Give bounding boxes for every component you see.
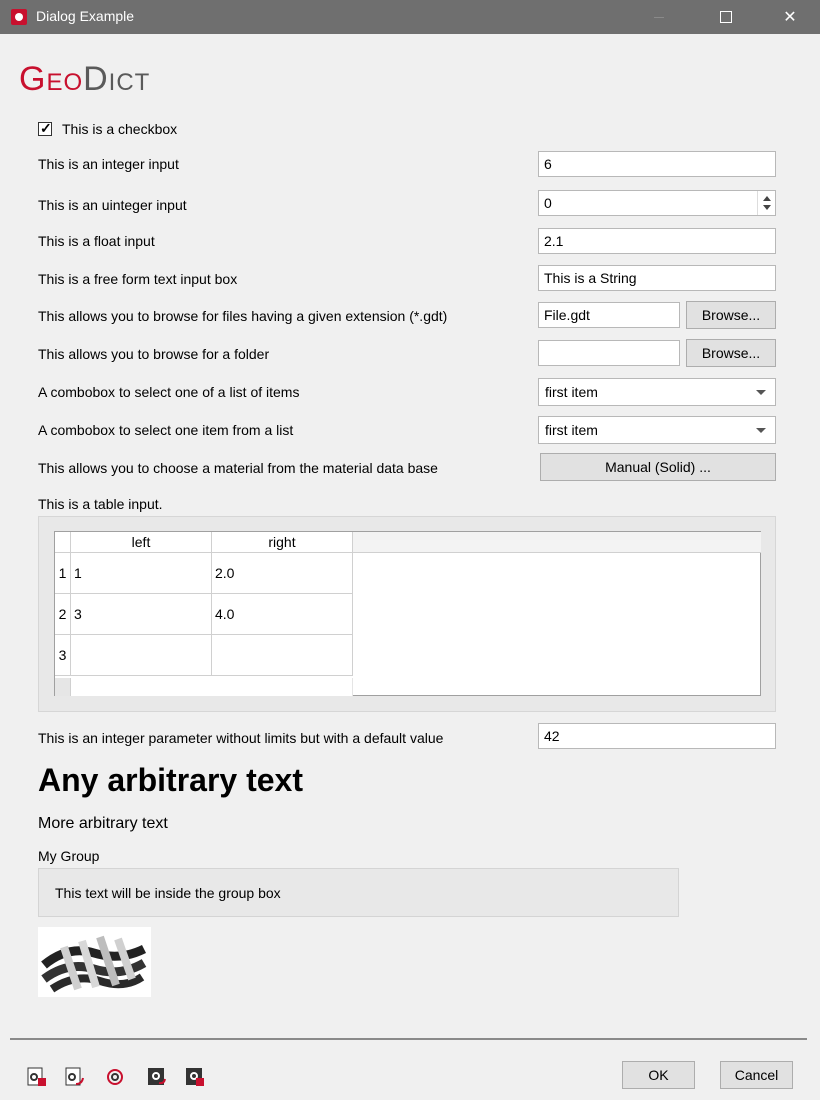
integer-label: This is an integer input (38, 156, 179, 172)
window-title: Dialog Example (36, 8, 135, 24)
row-header[interactable]: 3 (55, 635, 71, 676)
ok-button[interactable]: OK (622, 1061, 695, 1089)
row-header[interactable]: 1 (55, 553, 71, 594)
table-footer-corner (55, 678, 71, 696)
float-label: This is a float input (38, 233, 155, 249)
big-text: Any arbitrary text (38, 762, 303, 798)
checkbox-label: This is a checkbox (62, 121, 178, 137)
uinteger-label: This is an uinteger input (38, 197, 187, 213)
browse-folder-button[interactable]: Browse... (686, 339, 776, 367)
browse-file-button[interactable]: Browse... (686, 301, 776, 329)
float-input[interactable]: 2.1 (538, 228, 776, 254)
reset-settings-icon[interactable] (104, 1066, 126, 1088)
table-cell[interactable]: 2.0 (212, 553, 353, 594)
geodict-logo: GeoDict (19, 60, 150, 99)
combo1-label: A combobox to select one of a list of it… (38, 384, 300, 400)
material-button[interactable]: Manual (Solid) ... (540, 453, 776, 481)
table-header-fill (353, 532, 761, 553)
default-param-label: This is an integer parameter without lim… (38, 730, 444, 746)
spin-arrows-icon[interactable] (757, 191, 775, 215)
reload-settings-icon[interactable] (64, 1066, 86, 1088)
table-cell[interactable] (212, 635, 353, 676)
row-header[interactable]: 2 (55, 594, 71, 635)
folder-input[interactable] (538, 340, 680, 366)
uinteger-spinbox[interactable]: 0 (538, 190, 776, 216)
chevron-down-icon (756, 428, 766, 433)
load-settings-icon[interactable] (26, 1066, 48, 1088)
text-label: This is a free form text input box (38, 271, 238, 287)
logo-part-dict: Dict (83, 60, 151, 98)
column-header-left[interactable]: left (71, 532, 212, 553)
text-input[interactable]: This is a String (538, 265, 776, 291)
combo1-select[interactable]: first item (538, 378, 776, 406)
save-settings-icon[interactable] (146, 1066, 168, 1088)
title-bar: Dialog Example ✕ (0, 0, 820, 34)
table-corner[interactable] (55, 532, 71, 553)
save-as-settings-icon[interactable] (184, 1066, 206, 1088)
material-label: This allows you to choose a material fro… (38, 460, 438, 476)
table-cell[interactable]: 3 (71, 594, 212, 635)
table-cell[interactable]: 4.0 (212, 594, 353, 635)
footer-divider (10, 1038, 807, 1040)
table-cell[interactable] (71, 635, 212, 676)
cancel-button[interactable]: Cancel (720, 1061, 793, 1089)
folder-label: This allows you to browse for a folder (38, 346, 270, 362)
logo-part-geo: Geo (19, 60, 84, 98)
table[interactable]: left right 1 1 2.0 2 3 4.0 3 (54, 531, 761, 696)
app-icon (11, 9, 27, 25)
close-button[interactable]: ✕ (767, 0, 813, 34)
group-box: This text will be inside the group box (38, 868, 679, 917)
table-label: This is a table input. (38, 496, 163, 512)
combo1-value: first item (545, 384, 598, 400)
checkbox-row[interactable]: This is a checkbox (38, 119, 177, 139)
table-panel: left right 1 1 2.0 2 3 4.0 3 (38, 516, 776, 712)
combo2-label: A combobox to select one item from a lis… (38, 422, 294, 438)
minimize-button[interactable] (636, 0, 682, 34)
integer-input[interactable]: 6 (538, 151, 776, 177)
combo2-value: first item (545, 422, 598, 438)
maximize-button[interactable] (703, 0, 749, 34)
default-param-input[interactable]: 42 (538, 723, 776, 749)
combo2-select[interactable]: first item (538, 416, 776, 444)
woven-fiber-image (38, 927, 151, 997)
table-footer (71, 678, 353, 696)
file-label: This allows you to browse for files havi… (38, 308, 448, 324)
uinteger-value: 0 (544, 195, 552, 211)
group-title: My Group (38, 848, 100, 864)
more-text: More arbitrary text (38, 815, 168, 832)
file-input[interactable]: File.gdt (538, 302, 680, 328)
group-content: This text will be inside the group box (55, 885, 281, 901)
table-cell[interactable]: 1 (71, 553, 212, 594)
column-header-right[interactable]: right (212, 532, 353, 553)
chevron-down-icon (756, 390, 766, 395)
checkbox[interactable] (38, 120, 52, 137)
